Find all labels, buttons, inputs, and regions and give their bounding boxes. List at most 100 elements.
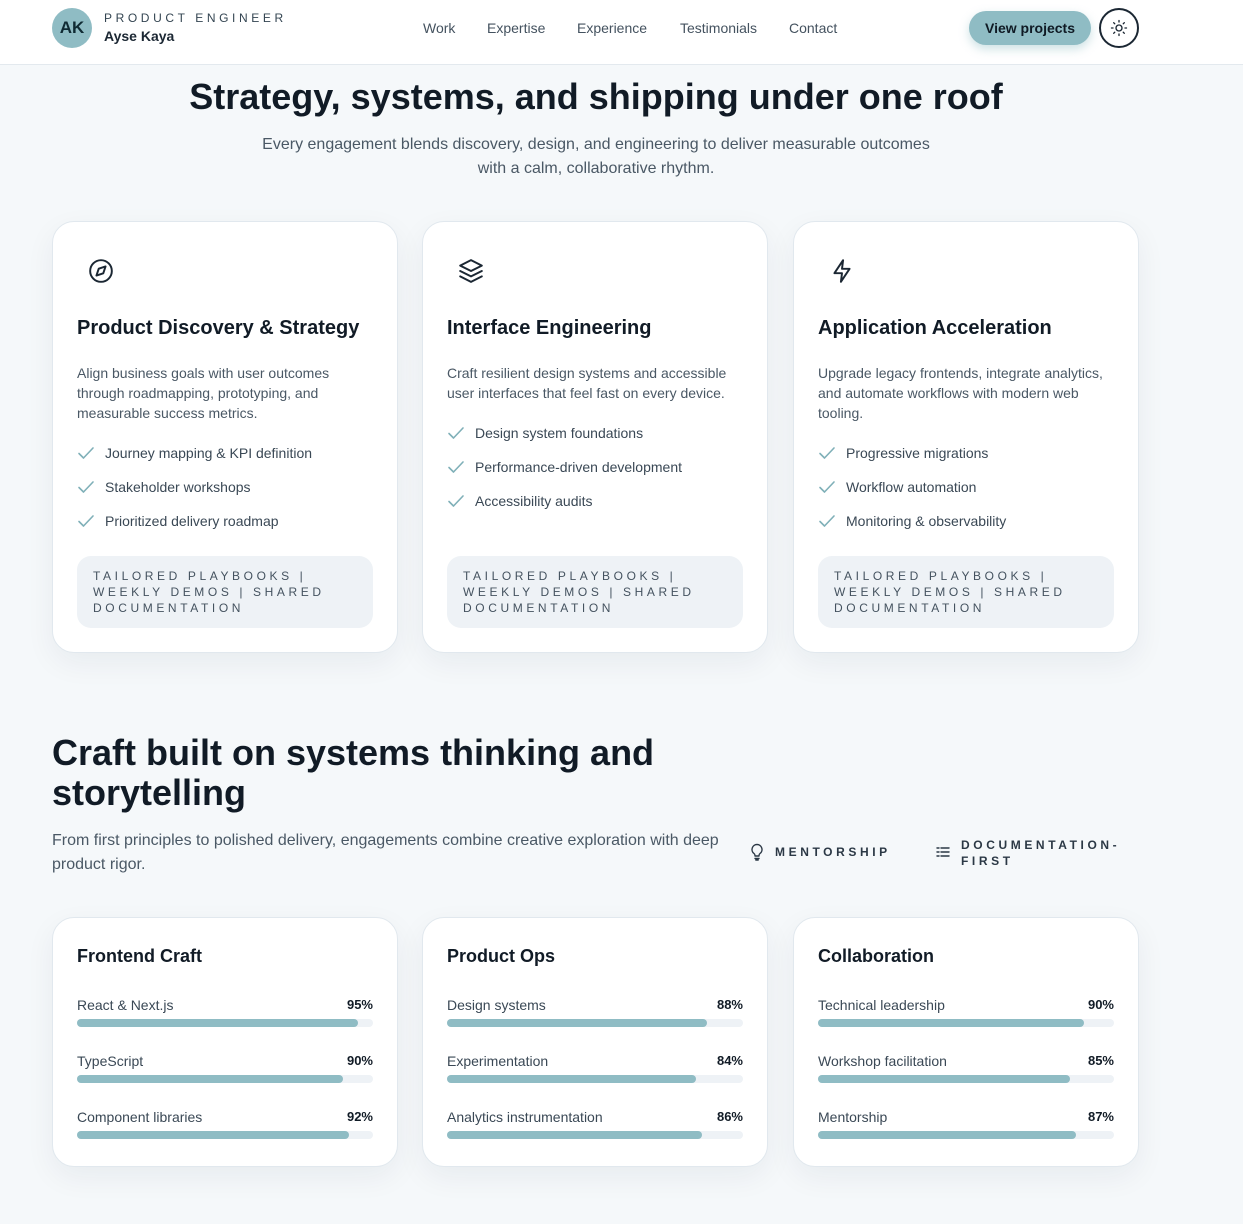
nav-testimonials[interactable]: Testimonials bbox=[680, 20, 757, 36]
sun-icon bbox=[1110, 19, 1128, 37]
list-item: Progressive migrations bbox=[818, 436, 1118, 470]
progress-track bbox=[77, 1019, 373, 1027]
progress-fill bbox=[77, 1131, 350, 1139]
check-icon bbox=[818, 445, 846, 461]
progress-track bbox=[818, 1131, 1114, 1139]
progress-track bbox=[77, 1075, 373, 1083]
check-icon bbox=[818, 513, 846, 529]
service-feature-list: Design system foundations Performance-dr… bbox=[447, 416, 747, 518]
feature-label: Progressive migrations bbox=[846, 445, 989, 461]
avatar[interactable]: AK bbox=[52, 8, 92, 48]
list-item: Workflow automation bbox=[818, 470, 1118, 504]
feature-label: Stakeholder workshops bbox=[105, 479, 251, 495]
service-description: Upgrade legacy frontends, integrate anal… bbox=[818, 365, 1103, 421]
progress-track bbox=[818, 1019, 1114, 1027]
check-icon bbox=[77, 445, 105, 461]
progress-fill bbox=[818, 1019, 1085, 1027]
skill-percent: 95% bbox=[346, 997, 373, 1012]
nav-work[interactable]: Work bbox=[423, 20, 455, 36]
skill-percent: 87% bbox=[1087, 1109, 1114, 1124]
badge-documentation: DOCUMENTATION-FIRST bbox=[935, 837, 1135, 869]
engagement-tag: Tailored playbooks | Weekly demos | Shar… bbox=[818, 556, 1114, 628]
service-feature-list: Journey mapping & KPI definition Stakeho… bbox=[77, 436, 377, 538]
service-card-acceleration: Application Acceleration Upgrade legacy … bbox=[793, 221, 1139, 653]
progress-track bbox=[447, 1075, 743, 1083]
list-item: Monitoring & observability bbox=[818, 504, 1118, 538]
feature-label: Design system foundations bbox=[475, 425, 644, 441]
engagement-tag: Tailored playbooks | Weekly demos | Shar… bbox=[77, 556, 373, 628]
view-projects-button[interactable]: View projects bbox=[969, 11, 1091, 45]
skill-percent: 92% bbox=[346, 1109, 373, 1124]
skill-card-collaboration: Collaboration Technical leadership 90% W… bbox=[793, 917, 1139, 1167]
skill-group-title: Product Ops bbox=[447, 946, 556, 966]
check-icon bbox=[447, 459, 475, 475]
feature-label: Monitoring & observability bbox=[846, 513, 1007, 529]
list-item: Journey mapping & KPI definition bbox=[77, 436, 377, 470]
progress-fill bbox=[818, 1131, 1076, 1139]
progress-fill bbox=[77, 1075, 344, 1083]
check-icon bbox=[447, 493, 475, 509]
feature-label: Workflow automation bbox=[846, 479, 977, 495]
expertise-title: Craft built on systems thinking and stor… bbox=[52, 732, 655, 813]
skill-label: Technical leadership bbox=[818, 997, 945, 1013]
progress-track bbox=[447, 1019, 743, 1027]
skill-label: Analytics instrumentation bbox=[447, 1109, 603, 1125]
service-feature-list: Progressive migrations Workflow automati… bbox=[818, 436, 1118, 538]
role-label: PRODUCT ENGINEER bbox=[104, 11, 287, 25]
list-item: Stakeholder workshops bbox=[77, 470, 377, 504]
layers-icon bbox=[459, 259, 483, 283]
skill-label: Workshop facilitation bbox=[818, 1053, 947, 1069]
skill-card-frontend: Frontend Craft React & Next.js 95% TypeS… bbox=[52, 917, 398, 1167]
service-card-discovery: Product Discovery & Strategy Align busin… bbox=[52, 221, 398, 653]
check-icon bbox=[77, 513, 105, 529]
skill-label: Design systems bbox=[447, 997, 546, 1013]
theme-toggle-button[interactable] bbox=[1099, 8, 1139, 48]
nav-contact[interactable]: Contact bbox=[789, 20, 837, 36]
progress-track bbox=[818, 1075, 1114, 1083]
skill-label: TypeScript bbox=[77, 1053, 144, 1069]
progress-fill bbox=[447, 1075, 696, 1083]
nav-experience[interactable]: Experience bbox=[577, 20, 647, 36]
lightbulb-icon bbox=[751, 843, 763, 861]
service-description: Craft resilient design systems and acces… bbox=[447, 365, 727, 401]
skill-percent: 84% bbox=[716, 1053, 743, 1068]
progress-fill bbox=[447, 1131, 702, 1139]
skill-label: React & Next.js bbox=[77, 997, 174, 1013]
owner-name: Ayse Kaya bbox=[104, 28, 175, 44]
feature-label: Accessibility audits bbox=[475, 493, 593, 509]
progress-track bbox=[447, 1131, 743, 1139]
list-item: Prioritized delivery roadmap bbox=[77, 504, 377, 538]
services-title: Strategy, systems, and shipping under on… bbox=[189, 76, 1003, 117]
check-icon bbox=[818, 479, 846, 495]
nav-expertise[interactable]: Expertise bbox=[487, 20, 545, 36]
list-item: Performance-driven development bbox=[447, 450, 747, 484]
skill-label: Mentorship bbox=[818, 1109, 888, 1125]
lightning-icon bbox=[833, 259, 851, 283]
check-icon bbox=[77, 479, 105, 495]
service-title: Interface Engineering bbox=[447, 317, 652, 339]
compass-icon bbox=[89, 259, 113, 283]
engagement-tag: Tailored playbooks | Weekly demos | Shar… bbox=[447, 556, 743, 628]
skill-percent: 90% bbox=[346, 1053, 373, 1068]
list-item: Accessibility audits bbox=[447, 484, 747, 518]
badge-mentorship: MENTORSHIP bbox=[749, 843, 891, 861]
progress-track bbox=[77, 1131, 373, 1139]
list-item: Design system foundations bbox=[447, 416, 747, 450]
services-subtitle: Every engagement blends discovery, desig… bbox=[262, 136, 930, 177]
progress-fill bbox=[447, 1019, 708, 1027]
skill-percent: 86% bbox=[716, 1109, 743, 1124]
feature-label: Journey mapping & KPI definition bbox=[105, 445, 313, 461]
feature-label: Prioritized delivery roadmap bbox=[105, 513, 279, 529]
skill-group-title: Collaboration bbox=[818, 946, 934, 966]
site-header: AK PRODUCT ENGINEER Ayse Kaya Work Exper… bbox=[0, 0, 1243, 65]
skill-label: Experimentation bbox=[447, 1053, 549, 1069]
progress-fill bbox=[77, 1019, 359, 1027]
feature-label: Performance-driven development bbox=[475, 459, 682, 475]
skill-percent: 88% bbox=[716, 997, 743, 1012]
service-card-interface: Interface Engineering Craft resilient de… bbox=[422, 221, 768, 653]
service-title: Application Acceleration bbox=[818, 317, 1052, 339]
skill-group-title: Frontend Craft bbox=[77, 946, 202, 966]
badge-label: DOCUMENTATION-FIRST bbox=[961, 838, 1121, 868]
document-list-icon bbox=[936, 847, 950, 857]
service-title: Product Discovery & Strategy bbox=[77, 317, 360, 339]
